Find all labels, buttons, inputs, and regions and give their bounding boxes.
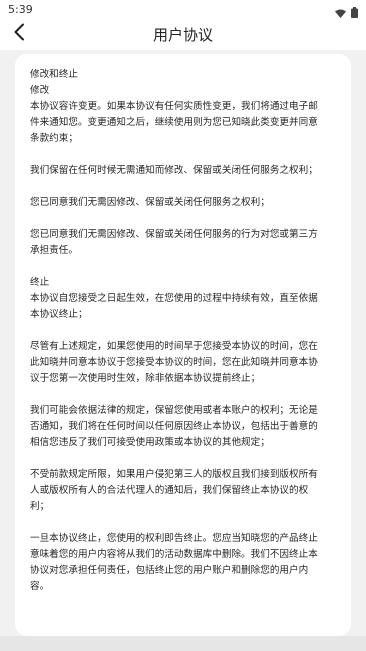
agreement-text-line: 终止 (30, 277, 50, 288)
page-title: 用户协议 (152, 26, 213, 44)
agreement-text-line: 本协议容许变更。如果本协议有任何实质性变更，我们将通过电子邮 (30, 101, 318, 112)
agreement-text-line: 您已同意我们无需因修改、保留或关闭任何服务之权利； (30, 197, 270, 208)
agreement-text-line: 一旦本协议终止，您使用的权利即告终止。您应当知晓您的产品终止 (30, 533, 318, 544)
agreement-text-line: 相信您违反了我们可接受使用政策或本协议的其他规定； (30, 437, 270, 448)
agreement-card: 修改和终止修改本协议容许变更。如果本协议有任何实质性变更，我们将通过电子邮 件来通… (15, 54, 351, 636)
bottom-strip (0, 636, 366, 651)
agreement-text-line: 意味着您的用户内容将从我们的活动数据库中删除。我们不因终止本 (30, 549, 318, 560)
agreement-text-line: 件来通知您。变更通知之后，继续使用则为您已知晓此类变更并同意 (30, 117, 318, 128)
agreement-text-line: 修改 (30, 85, 50, 96)
agreement-content[interactable]: 修改和终止修改本协议容许变更。如果本协议有任何实质性变更，我们将通过电子邮 件来通… (30, 67, 335, 595)
agreement-text-line: 利； (30, 501, 50, 512)
agreement-text-line: 您已同意我们无需因修改、保留或关闭任何服务的行为对您或第三方 (30, 229, 318, 240)
agreement-text-line: 我们可能会依据法律的规定，保留您使用或者本账户的权利；无论是 (30, 405, 318, 416)
agreement-text-line: 容。 (30, 581, 50, 592)
agreement-text-line: 不受前款规定所限，如果用户侵犯第三人的版权且我们接到版权所有 (30, 469, 318, 480)
app-bar: 用户协议 (0, 20, 366, 50)
status-bar: 5:39 (0, 0, 366, 20)
agreement-text-line: 尽管有上述规定，如果您使用的时间早于您接受本协议的时间，您在 (30, 341, 318, 352)
agreement-text-line: 本协议终止； (30, 309, 88, 320)
agreement-text-line: 我们保留在任何时候无需通知而修改、保留或关闭任何服务之权利； (30, 165, 318, 176)
agreement-text-line: 人或版权所有人的合法代理人的通知后，我们保留终止本协议的权 (30, 485, 309, 496)
agreement-text-line: 否通知，我们将在任何时间以任何原因终止本协议，包括出于善意的 (30, 421, 318, 432)
agreement-text-line: 本协议自您接受之日起生效，在您使用的过程中持续有效，直至依据 (30, 293, 318, 304)
agreement-text-line: 承担责任。 (30, 245, 78, 256)
agreement-text-line: 条款约束； (30, 133, 78, 144)
agreement-text-line: 协议对您承担任何责任，包括终止您的用户账户和删除您的用户内 (30, 565, 309, 576)
status-time: 5:39 (8, 3, 33, 16)
agreement-text-line: 修改和终止 (30, 69, 78, 80)
agreement-text-line: 议于您第一次使用时生效，除非依据本协议提前终止； (30, 373, 261, 384)
agreement-text-line: 此知晓并同意本协议于您接受本协议的时间，您在此知晓并同意本协 (30, 357, 318, 368)
